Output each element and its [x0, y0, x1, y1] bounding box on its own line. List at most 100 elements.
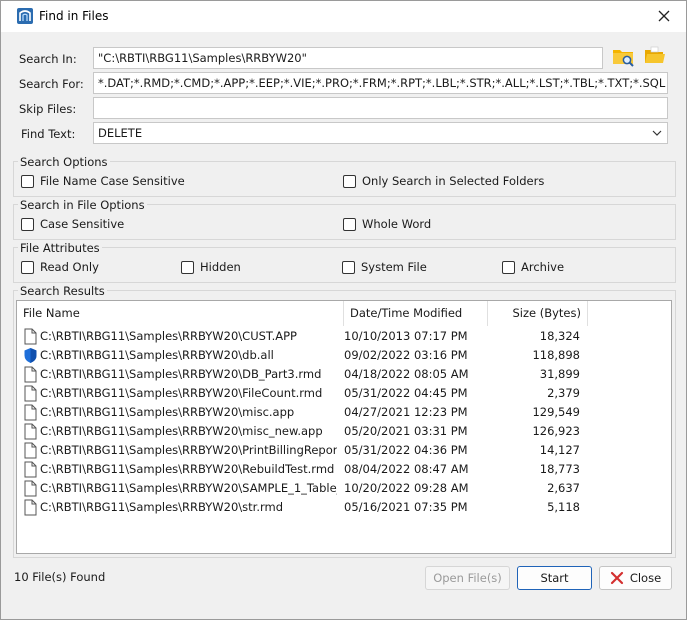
checkbox-box — [181, 260, 194, 274]
find-in-files-dialog: Find in Files Search In: "C:\RBTI\RBG11\… — [0, 0, 687, 620]
size-cell: 2,379 — [547, 386, 580, 400]
file-name-cell: C:\RBTI\RBG11\Samples\RRBYW20\FileCount.… — [40, 386, 323, 400]
archive-checkbox[interactable]: Archive — [502, 260, 564, 274]
results-list[interactable]: File Name Date/Time Modified Size (Bytes… — [16, 300, 672, 554]
open-folder-button[interactable] — [643, 45, 667, 67]
file-name-case-sensitive-checkbox[interactable]: File Name Case Sensitive — [21, 174, 185, 188]
shield-icon — [23, 347, 38, 364]
close-button-label: Close — [629, 571, 662, 585]
search-results-title: Search Results — [18, 284, 107, 298]
checkbox-box — [502, 260, 515, 274]
read-only-label: Read Only — [40, 260, 99, 274]
file-icon — [23, 499, 38, 516]
file-name-case-sensitive-label: File Name Case Sensitive — [40, 174, 185, 188]
system-file-checkbox[interactable]: System File — [342, 260, 427, 274]
file-icon — [23, 461, 38, 478]
case-sensitive-label: Case Sensitive — [40, 217, 125, 231]
table-row[interactable]: C:\RBTI\RBG11\Samples\RRBYW20\CUST.APP 10… — [17, 327, 671, 346]
size-cell: 126,923 — [532, 424, 580, 438]
checkbox-box — [343, 217, 356, 231]
file-name-cell: C:\RBTI\RBG11\Samples\RRBYW20\SAMPLE_1_T… — [40, 481, 337, 495]
file-icon — [23, 480, 38, 497]
close-red-icon — [610, 571, 623, 585]
app-icon — [17, 8, 33, 24]
date-modified-cell: 04/27/2021 12:23 PM — [344, 405, 468, 419]
file-name-cell: C:\RBTI\RBG11\Samples\RRBYW20\misc_new.a… — [40, 424, 323, 438]
whole-word-checkbox[interactable]: Whole Word — [343, 217, 431, 231]
file-options-title: Search in File Options — [18, 198, 147, 212]
search-in-label: Search In: — [19, 52, 77, 66]
table-row[interactable]: C:\RBTI\RBG11\Samples\RRBYW20\str.rmd 05/… — [17, 498, 671, 517]
file-icon — [23, 328, 38, 345]
date-modified-cell: 10/20/2022 09:28 AM — [344, 481, 469, 495]
close-icon — [658, 10, 670, 22]
size-cell: 31,899 — [539, 367, 580, 381]
file-icon — [23, 423, 38, 440]
case-sensitive-checkbox[interactable]: Case Sensitive — [21, 217, 124, 231]
only-selected-folders-checkbox[interactable]: Only Search in Selected Folders — [343, 174, 544, 188]
only-selected-folders-label: Only Search in Selected Folders — [362, 174, 545, 188]
date-modified-cell: 05/31/2022 04:45 PM — [344, 386, 468, 400]
size-cell: 18,324 — [539, 329, 580, 343]
checkbox-box — [343, 174, 356, 188]
file-name-cell: C:\RBTI\RBG11\Samples\RRBYW20\str.rmd — [40, 500, 284, 514]
size-cell: 18,773 — [539, 462, 580, 476]
checkbox-box — [21, 260, 34, 274]
folder-icon — [645, 46, 665, 63]
date-modified-cell: 10/10/2013 07:17 PM — [344, 329, 468, 343]
file-icon — [23, 366, 38, 383]
file-name-cell: C:\RBTI\RBG11\Samples\RRBYW20\PrintBilli… — [40, 443, 337, 457]
find-text-value: DELETE — [98, 126, 143, 140]
checkbox-box — [21, 174, 34, 188]
chevron-down-icon[interactable] — [651, 127, 663, 139]
size-cell: 129,549 — [532, 405, 580, 419]
column-header-file-name[interactable]: File Name — [17, 301, 344, 326]
file-icon — [23, 385, 38, 402]
table-row[interactable]: C:\RBTI\RBG11\Samples\RRBYW20\misc_new.a… — [17, 422, 671, 441]
open-files-button[interactable]: Open File(s) — [425, 566, 510, 590]
size-cell: 14,127 — [539, 443, 580, 457]
column-header-size[interactable]: Size (Bytes) — [488, 301, 588, 326]
system-file-label: System File — [361, 260, 427, 274]
archive-label: Archive — [521, 260, 565, 274]
close-window-button[interactable] — [651, 5, 677, 27]
find-text-combobox[interactable]: DELETE — [93, 122, 668, 144]
close-button[interactable]: Close — [599, 566, 672, 590]
checkbox-box — [342, 260, 355, 274]
find-text-label: Find Text: — [21, 127, 76, 141]
table-row[interactable]: C:\RBTI\RBG11\Samples\RRBYW20\SAMPLE_1_T… — [17, 479, 671, 498]
table-row[interactable]: C:\RBTI\RBG11\Samples\RRBYW20\RebuildTes… — [17, 460, 671, 479]
table-row[interactable]: C:\RBTI\RBG11\Samples\RRBYW20\misc.app 04… — [17, 403, 671, 422]
date-modified-cell: 05/16/2021 07:35 PM — [344, 500, 468, 514]
file-name-cell: C:\RBTI\RBG11\Samples\RRBYW20\DB_Part3.r… — [40, 367, 322, 381]
search-for-field[interactable]: *.DAT;*.RMD;*.CMD;*.APP;*.EEP;*.VIE;*.PR… — [93, 72, 668, 94]
file-attributes-title: File Attributes — [18, 241, 102, 255]
size-cell: 5,118 — [547, 500, 580, 514]
read-only-checkbox[interactable]: Read Only — [21, 260, 99, 274]
checkbox-box — [21, 217, 34, 231]
table-row[interactable]: C:\RBTI\RBG11\Samples\RRBYW20\PrintBilli… — [17, 441, 671, 460]
file-icon — [23, 404, 38, 421]
search-for-label: Search For: — [19, 77, 84, 91]
search-options-title: Search Options — [18, 155, 110, 169]
start-button[interactable]: Start — [517, 566, 592, 590]
file-name-cell: C:\RBTI\RBG11\Samples\RRBYW20\RebuildTes… — [40, 462, 335, 476]
table-row[interactable]: C:\RBTI\RBG11\Samples\RRBYW20\db.all 09/0… — [17, 346, 671, 365]
browse-folder-button[interactable] — [612, 46, 636, 68]
table-row[interactable]: C:\RBTI\RBG11\Samples\RRBYW20\DB_Part3.r… — [17, 365, 671, 384]
date-modified-cell: 05/31/2022 04:36 PM — [344, 443, 468, 457]
title-bar: Find in Files — [1, 1, 686, 32]
size-cell: 2,637 — [547, 481, 580, 495]
search-for-value: *.DAT;*.RMD;*.CMD;*.APP;*.EEP;*.VIE;*.PR… — [98, 76, 666, 90]
search-in-field[interactable]: "C:\RBTI\RBG11\Samples\RRBYW20" — [93, 47, 603, 69]
file-name-cell: C:\RBTI\RBG11\Samples\RRBYW20\CUST.APP — [40, 329, 297, 343]
table-row[interactable]: C:\RBTI\RBG11\Samples\RRBYW20\FileCount.… — [17, 384, 671, 403]
skip-files-field[interactable] — [93, 97, 668, 119]
hidden-checkbox[interactable]: Hidden — [181, 260, 241, 274]
size-cell: 118,898 — [532, 348, 580, 362]
date-modified-cell: 04/18/2022 08:05 AM — [344, 367, 469, 381]
date-modified-cell: 09/02/2022 03:16 PM — [344, 348, 468, 362]
folder-search-icon — [613, 50, 634, 67]
file-name-cell: C:\RBTI\RBG11\Samples\RRBYW20\misc.app — [40, 405, 295, 419]
column-header-date-modified[interactable]: Date/Time Modified — [344, 301, 488, 326]
